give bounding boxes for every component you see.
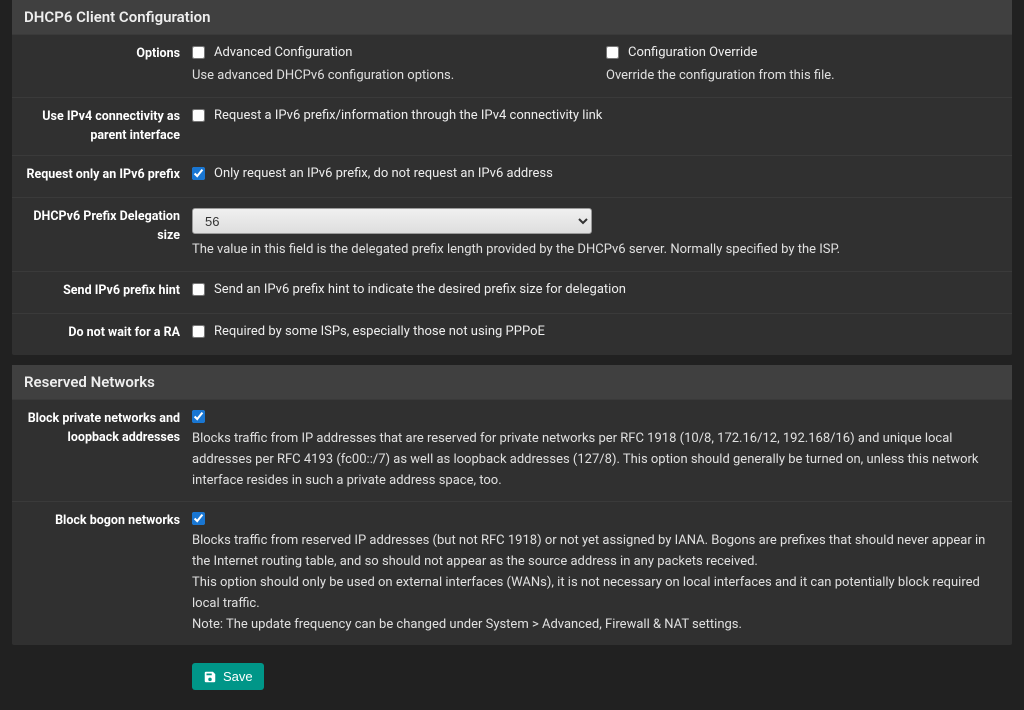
save-button-label: Save bbox=[223, 669, 253, 684]
row-only-prefix: Request only an IPv6 prefix Only request… bbox=[12, 155, 1012, 197]
block-bogon-help2: This option should only be used on exter… bbox=[192, 573, 1000, 615]
block-private-help: Blocks traffic from IP addresses that ar… bbox=[192, 429, 1000, 491]
config-override-help: Override the configuration from this fil… bbox=[606, 66, 1000, 87]
label-no-wait-ra: Do not wait for a RA bbox=[12, 324, 192, 345]
save-row: Save bbox=[0, 655, 1024, 710]
no-wait-ra-checkbox[interactable] bbox=[192, 325, 205, 338]
row-prefix-hint: Send IPv6 prefix hint Send an IPv6 prefi… bbox=[12, 271, 1012, 313]
delegation-size-select[interactable]: 56 bbox=[192, 208, 592, 234]
row-ipv4-link: Use IPv4 connectivity as parent interfac… bbox=[12, 97, 1012, 156]
save-icon bbox=[203, 670, 217, 684]
prefix-hint-check-label: Send an IPv6 prefix hint to indicate the… bbox=[214, 282, 626, 297]
only-prefix-check-label: Only request an IPv6 prefix, do not requ… bbox=[214, 166, 553, 181]
dhcp6-client-config-panel: DHCP6 Client Configuration Options Advan… bbox=[12, 0, 1012, 355]
label-block-bogon: Block bogon networks bbox=[12, 512, 192, 635]
label-ipv4-link: Use IPv4 connectivity as parent interfac… bbox=[12, 108, 192, 146]
row-delegation-size: DHCPv6 Prefix Delegation size 56 The val… bbox=[12, 197, 1012, 271]
ipv4-link-check-label: Request a IPv6 prefix/information throug… bbox=[214, 108, 602, 123]
panel-title-dhcp6: DHCP6 Client Configuration bbox=[12, 0, 1012, 34]
block-bogon-help1: Blocks traffic from reserved IP addresse… bbox=[192, 531, 1000, 573]
block-bogon-help3: Note: The update frequency can be change… bbox=[192, 615, 1000, 636]
only-prefix-checkbox[interactable] bbox=[192, 167, 205, 180]
label-prefix-hint: Send IPv6 prefix hint bbox=[12, 282, 192, 303]
label-only-prefix: Request only an IPv6 prefix bbox=[12, 166, 192, 187]
no-wait-ra-check-label: Required by some ISPs, especially those … bbox=[214, 324, 545, 339]
advanced-config-checkbox[interactable] bbox=[192, 46, 205, 59]
row-block-private: Block private networks and loopback addr… bbox=[12, 399, 1012, 501]
advanced-config-help: Use advanced DHCPv6 configuration option… bbox=[192, 66, 586, 87]
row-options: Options Advanced Configuration Use advan… bbox=[12, 34, 1012, 97]
label-block-private: Block private networks and loopback addr… bbox=[12, 410, 192, 491]
panel-title-reserved: Reserved Networks bbox=[12, 365, 1012, 399]
block-private-checkbox[interactable] bbox=[192, 410, 205, 423]
block-bogon-checkbox[interactable] bbox=[192, 512, 205, 525]
config-override-checkbox[interactable] bbox=[606, 46, 619, 59]
label-delegation-size: DHCPv6 Prefix Delegation size bbox=[12, 208, 192, 261]
ipv4-link-checkbox[interactable] bbox=[192, 109, 205, 122]
reserved-networks-panel: Reserved Networks Block private networks… bbox=[12, 365, 1012, 645]
label-options: Options bbox=[12, 45, 192, 87]
save-button[interactable]: Save bbox=[192, 663, 264, 690]
delegation-size-help: The value in this field is the delegated… bbox=[192, 240, 1000, 261]
prefix-hint-checkbox[interactable] bbox=[192, 283, 205, 296]
row-no-wait-ra: Do not wait for a RA Required by some IS… bbox=[12, 313, 1012, 355]
advanced-config-label: Advanced Configuration bbox=[214, 45, 352, 60]
config-override-label: Configuration Override bbox=[628, 45, 757, 60]
row-block-bogon: Block bogon networks Blocks traffic from… bbox=[12, 501, 1012, 645]
